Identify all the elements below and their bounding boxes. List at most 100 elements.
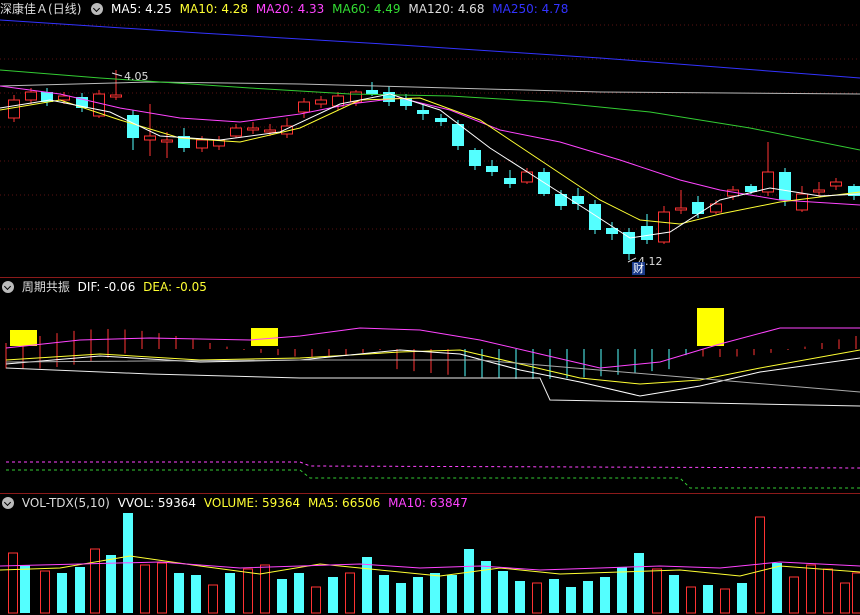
volume-bar <box>720 588 730 614</box>
volume-bar <box>90 548 100 614</box>
lower-band-line <box>6 469 860 489</box>
volume-label: VOLUME: 59364 <box>203 496 301 510</box>
price-panel-header: 深康佳Ａ(日线) MA5: 4.25 MA10: 4.28 MA20: 4.33… <box>0 0 572 18</box>
candle-body <box>692 202 704 214</box>
candle-body <box>435 118 447 122</box>
candle-body <box>25 91 37 101</box>
volume-bar <box>447 575 457 613</box>
ma120-line <box>0 81 860 95</box>
volume-bar <box>379 575 389 613</box>
candle-body <box>504 178 516 184</box>
volume-bar <box>75 567 85 613</box>
candle-body <box>623 232 635 254</box>
macd-signal-block <box>251 328 278 346</box>
volume-bar <box>634 553 644 613</box>
candle-body <box>366 90 378 94</box>
ma120-label: MA120: 4.68 <box>408 2 485 16</box>
volume-bar <box>311 586 321 614</box>
candle-body <box>264 129 276 133</box>
volume-bar <box>174 573 184 613</box>
upper-band-line <box>6 461 860 469</box>
candle-body <box>247 127 259 131</box>
volume-bar <box>617 567 627 613</box>
volume-bar <box>328 577 338 613</box>
candle-body <box>572 196 584 204</box>
volume-chart[interactable] <box>0 494 860 615</box>
candle-body <box>315 99 327 105</box>
volume-bar <box>823 568 833 614</box>
volume-bar <box>140 564 150 614</box>
volume-bar <box>430 573 440 613</box>
volume-bar <box>840 582 850 614</box>
candle-body <box>110 94 122 98</box>
volume-bar <box>498 571 508 613</box>
vol-ma10-label: MA10: 63847 <box>388 496 468 510</box>
vvol-label: VVOL: 59364 <box>117 496 197 510</box>
volume-bar <box>789 576 799 614</box>
ma20-line <box>0 85 860 206</box>
vol-ma5-label: MA5: 66506 <box>308 496 381 510</box>
volume-bar <box>294 573 304 613</box>
volume-bar <box>583 581 593 613</box>
macd-chart[interactable] <box>0 278 860 493</box>
candle-body <box>521 171 533 183</box>
vol-title[interactable]: VOL-TDX(5,10) <box>22 496 110 510</box>
volume-bar <box>737 583 747 613</box>
volume-bar <box>532 582 542 614</box>
period-label: (日线) <box>48 2 82 16</box>
macd-envelope-line <box>5 327 860 369</box>
volume-bar <box>243 568 253 614</box>
volume-bar <box>396 583 406 613</box>
ma5-label: MA5: 4.25 <box>111 2 172 16</box>
macd-signal-block <box>697 308 724 346</box>
stock-title[interactable]: 深康佳Ａ <box>0 2 48 16</box>
volume-bar <box>157 562 167 614</box>
volume-bar <box>852 572 860 614</box>
volume-bar <box>549 579 559 613</box>
high-arrow-icon <box>111 72 123 77</box>
volume-bar <box>686 586 696 614</box>
volume-bar <box>208 584 218 614</box>
candle-body <box>298 101 310 113</box>
ma60-label: MA60: 4.49 <box>332 2 401 16</box>
candle-body <box>486 166 498 172</box>
ma20-label: MA20: 4.33 <box>255 2 325 16</box>
volume-bar <box>191 575 201 613</box>
macd-signal-block <box>10 330 37 346</box>
high-price-label: 4.05 <box>124 70 149 83</box>
dif-label: DIF: -0.06 <box>77 280 136 294</box>
candle-body <box>417 110 429 114</box>
candle-body <box>830 181 842 187</box>
macd-panel-header: 周期共振 DIF: -0.06 DEA: -0.05 <box>0 278 211 296</box>
volume-bar <box>8 552 18 614</box>
volume-bar <box>277 579 287 613</box>
volume-bar <box>413 577 423 613</box>
volume-bar <box>652 568 662 614</box>
candle-body <box>675 207 687 211</box>
candle-body <box>658 211 670 243</box>
volume-bar <box>600 577 610 613</box>
trend-line <box>5 359 860 393</box>
chevron-down-icon[interactable] <box>2 281 14 293</box>
candle-body <box>196 139 208 149</box>
volume-bar <box>772 563 782 613</box>
candle-body <box>230 127 242 137</box>
volume-panel[interactable]: VOL-TDX(5,10) VVOL: 59364 VOLUME: 59364 … <box>0 494 860 615</box>
macd-panel[interactable]: 周期共振 DIF: -0.06 DEA: -0.05 <box>0 278 860 493</box>
volume-bar <box>703 585 713 613</box>
volume-bar <box>362 557 372 613</box>
volume-bar <box>755 516 765 614</box>
macd-title[interactable]: 周期共振 <box>22 280 70 294</box>
candle-body <box>58 95 70 101</box>
chevron-down-icon[interactable] <box>2 497 14 509</box>
volume-bar <box>57 573 67 613</box>
chevron-down-icon[interactable] <box>91 3 104 15</box>
volume-bar <box>566 587 576 613</box>
candlestick-chart[interactable] <box>0 0 860 277</box>
volume-bar <box>225 573 235 613</box>
financial-report-badge[interactable]: 财 <box>632 262 645 275</box>
volume-bar <box>806 564 816 614</box>
price-panel[interactable]: 深康佳Ａ(日线) MA5: 4.25 MA10: 4.28 MA20: 4.33… <box>0 0 860 277</box>
candle-body <box>779 172 791 200</box>
volume-bar <box>40 570 50 614</box>
